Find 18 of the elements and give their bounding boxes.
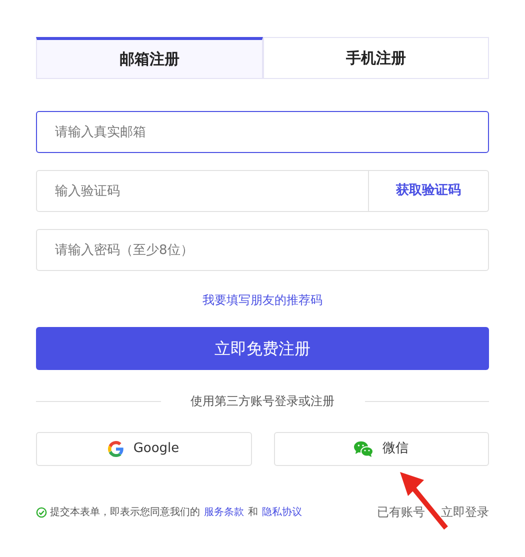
login-link[interactable]: 立即登录 [441, 503, 489, 521]
agreement-text: 提交本表单，即表示您同意我们的 [50, 506, 200, 520]
wechat-login-button[interactable]: 微信 [274, 432, 489, 466]
check-circle-icon [36, 506, 47, 518]
referral-link[interactable]: 我要填写朋友的推荐码 [202, 291, 322, 309]
input-field[interactable]: 请输入真实邮箱 [36, 111, 489, 153]
tab[interactable]: 手机注册 [262, 37, 489, 79]
register-button[interactable]: 立即免费注册 [36, 327, 489, 370]
tab[interactable]: 邮箱注册 [36, 37, 262, 79]
account-text: 已有账号 [377, 504, 425, 521]
get-code-button[interactable]: 获取验证码 [369, 170, 489, 212]
conjunction-text: 和 [248, 506, 258, 520]
privacy-link[interactable]: 隐私协议 [262, 504, 302, 520]
wechat-icon [354, 441, 374, 457]
google-login-button[interactable]: Google [36, 432, 252, 466]
divider-text: 使用第三方账号登录或注册 [190, 393, 334, 410]
google-icon [108, 441, 124, 457]
terms-link[interactable]: 服务条款 [204, 504, 244, 520]
